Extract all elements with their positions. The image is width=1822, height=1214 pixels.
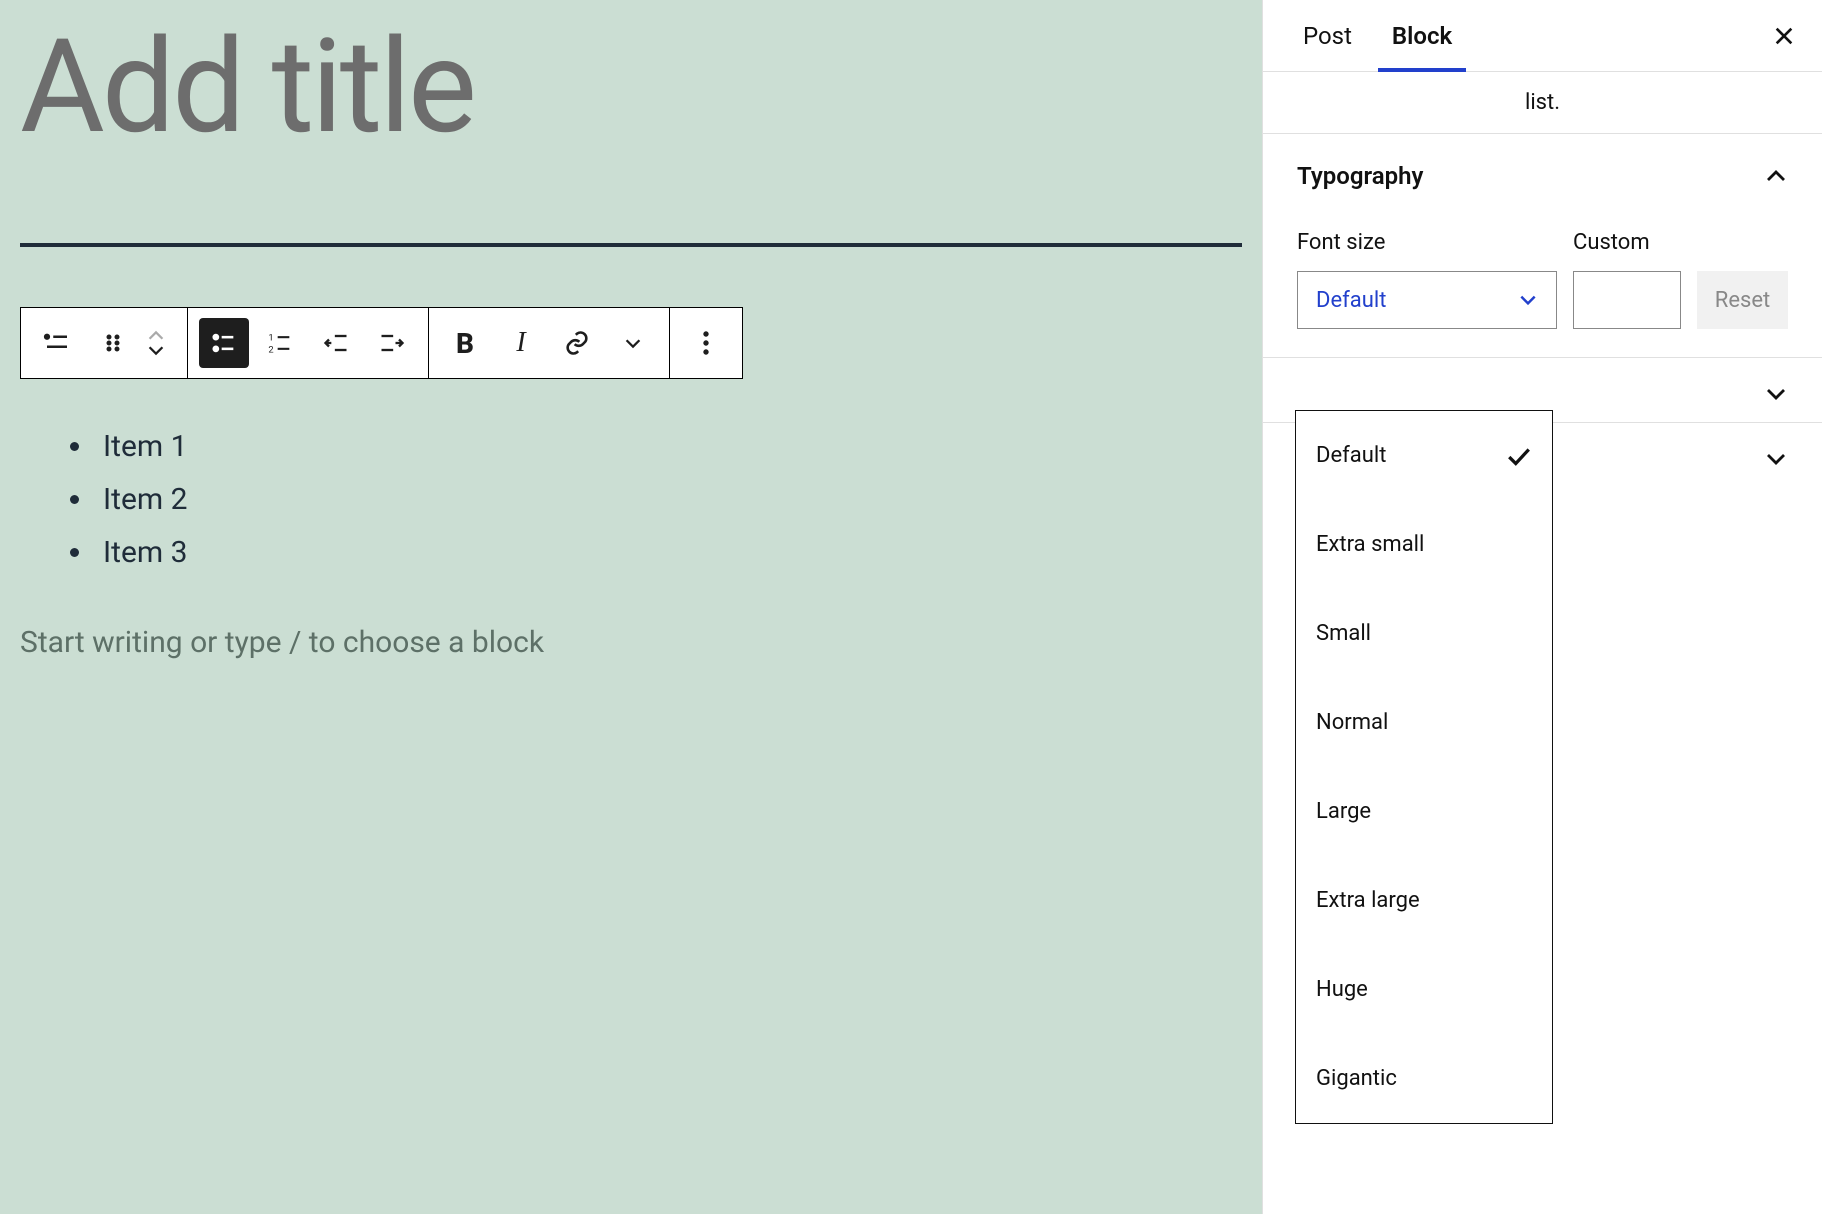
option-label: Normal <box>1316 710 1388 735</box>
more-rich-text-button[interactable] <box>608 318 658 368</box>
tab-block[interactable]: Block <box>1372 0 1472 71</box>
close-sidebar-button[interactable] <box>1766 18 1802 54</box>
separator-block[interactable] <box>20 243 1242 247</box>
block-description: list. <box>1263 72 1822 134</box>
typography-panel-toggle[interactable]: Typography <box>1297 162 1788 190</box>
check-icon <box>1506 445 1532 467</box>
list-item[interactable]: Item 1 <box>95 429 1242 464</box>
move-arrows[interactable] <box>145 329 175 357</box>
font-size-option-small[interactable]: Small <box>1296 589 1552 678</box>
font-size-select[interactable]: Default <box>1297 271 1557 329</box>
chevron-down-icon <box>1764 451 1788 467</box>
svg-text:1: 1 <box>268 333 273 344</box>
option-label: Extra small <box>1316 532 1424 557</box>
list-item[interactable]: Item 2 <box>95 482 1242 517</box>
svg-text:2: 2 <box>268 344 273 355</box>
editor-canvas: Add title <box>0 0 1262 1214</box>
font-size-dropdown: Default Extra small Small Normal Large E… <box>1295 410 1553 1124</box>
typography-title: Typography <box>1297 162 1423 190</box>
font-size-option-default[interactable]: Default <box>1296 411 1552 500</box>
chevron-up-icon <box>1764 168 1788 184</box>
chevron-down-icon <box>1518 293 1538 307</box>
option-label: Gigantic <box>1316 1066 1397 1091</box>
list-item[interactable]: Item 3 <box>95 535 1242 570</box>
option-label: Huge <box>1316 977 1368 1002</box>
font-size-option-normal[interactable]: Normal <box>1296 678 1552 767</box>
post-title-input[interactable]: Add title <box>20 10 1242 163</box>
custom-size-label: Custom <box>1573 230 1681 255</box>
option-label: Large <box>1316 799 1371 824</box>
tab-post[interactable]: Post <box>1283 0 1372 71</box>
option-label: Default <box>1316 443 1386 468</box>
bold-button[interactable]: B <box>440 318 490 368</box>
indent-button[interactable] <box>367 318 417 368</box>
settings-sidebar: Post Block list. Typography Font size De… <box>1262 0 1822 1214</box>
block-toolbar: 1 2 B <box>20 307 743 379</box>
typography-panel: Typography Font size Default Custom Rese… <box>1263 134 1822 358</box>
italic-button[interactable]: I <box>496 318 546 368</box>
list-block[interactable]: Item 1 Item 2 Item 3 <box>95 429 1242 570</box>
custom-size-input[interactable] <box>1573 271 1681 329</box>
font-size-option-huge[interactable]: Huge <box>1296 945 1552 1034</box>
option-label: Small <box>1316 621 1371 646</box>
font-size-option-extra-small[interactable]: Extra small <box>1296 500 1552 589</box>
font-size-option-extra-large[interactable]: Extra large <box>1296 856 1552 945</box>
link-button[interactable] <box>552 318 602 368</box>
font-size-selected-value: Default <box>1316 288 1386 313</box>
unordered-list-button[interactable] <box>199 318 249 368</box>
sidebar-tabs: Post Block <box>1263 0 1822 72</box>
drag-handle-icon[interactable] <box>88 318 138 368</box>
ordered-list-button[interactable]: 1 2 <box>255 318 305 368</box>
more-options-button[interactable] <box>681 318 731 368</box>
chevron-down-icon <box>1764 386 1788 402</box>
font-size-label: Font size <box>1297 230 1557 255</box>
font-size-option-gigantic[interactable]: Gigantic <box>1296 1034 1552 1123</box>
font-size-option-large[interactable]: Large <box>1296 767 1552 856</box>
paragraph-placeholder[interactable]: Start writing or type / to choose a bloc… <box>20 625 1242 660</box>
option-label: Extra large <box>1316 888 1420 913</box>
list-block-type-icon[interactable] <box>32 318 82 368</box>
reset-button[interactable]: Reset <box>1697 271 1788 329</box>
outdent-button[interactable] <box>311 318 361 368</box>
